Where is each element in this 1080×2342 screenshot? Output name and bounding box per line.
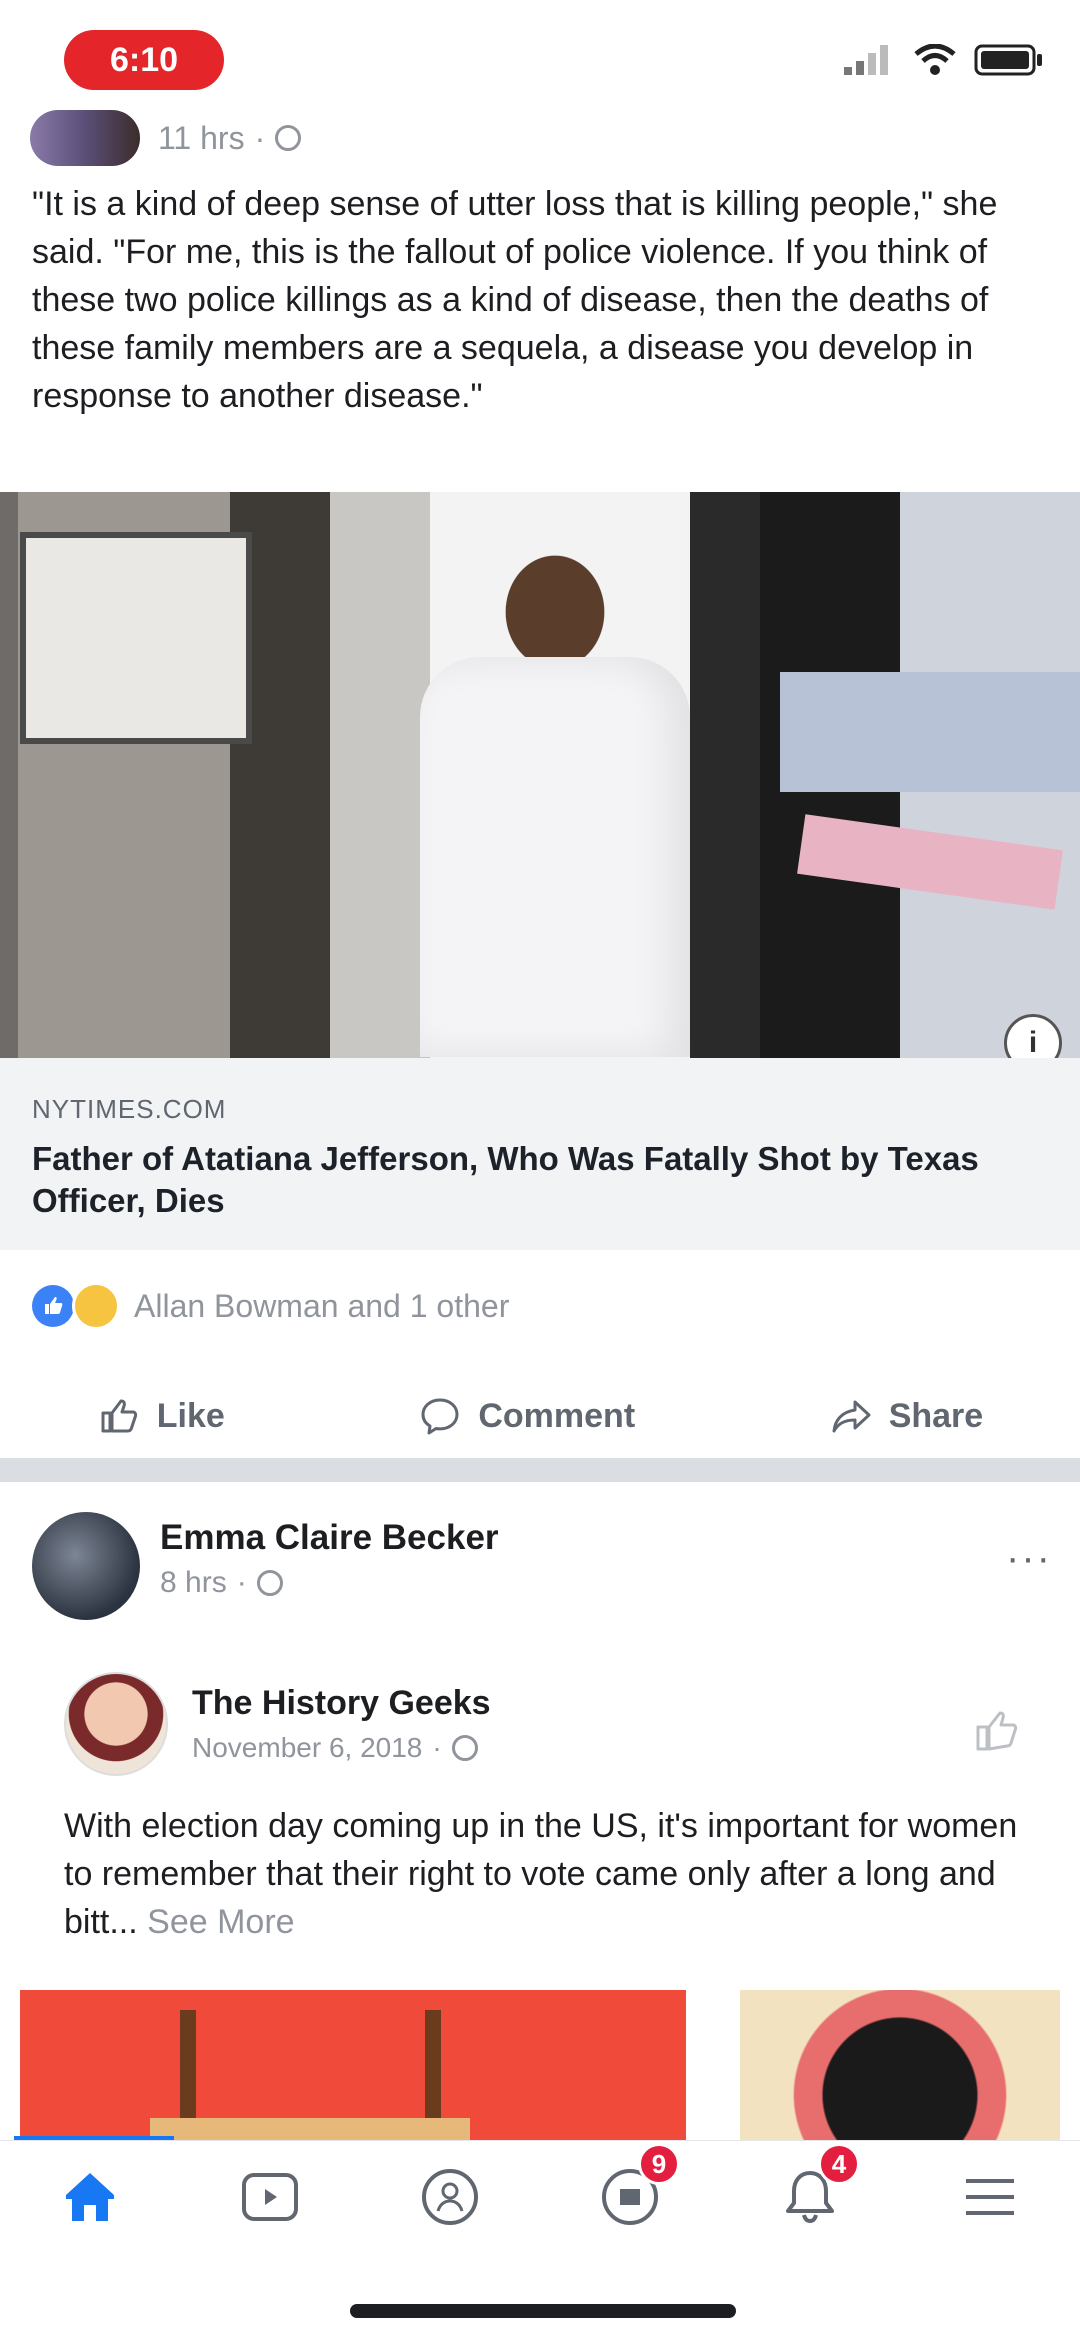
watch-icon bbox=[242, 2173, 298, 2221]
share-button[interactable]: Share bbox=[829, 1394, 984, 1438]
post-time[interactable]: 8 hrs bbox=[160, 1566, 227, 1600]
nav-notifications[interactable]: 4 bbox=[770, 2143, 860, 2237]
like-icon bbox=[101, 1399, 137, 1433]
share-label: Share bbox=[888, 1396, 984, 1435]
wifi-icon bbox=[914, 44, 956, 75]
status-bar: 6:10 bbox=[0, 0, 1080, 110]
avatar[interactable] bbox=[30, 110, 140, 166]
status-time: 6:10 bbox=[64, 30, 224, 90]
follow-page-icon[interactable] bbox=[968, 1702, 1024, 1758]
nav-home[interactable] bbox=[50, 2157, 130, 2237]
see-more-link[interactable]: See More bbox=[147, 1903, 294, 1941]
shared-page-name[interactable]: The History Geeks bbox=[192, 1684, 491, 1723]
comment-label: Comment bbox=[478, 1396, 636, 1435]
haha-reaction-icon bbox=[72, 1282, 120, 1330]
link-preview-image[interactable]: i bbox=[0, 492, 1080, 1072]
nav-marketplace[interactable]: 9 bbox=[590, 2143, 680, 2237]
status-icons bbox=[842, 44, 1044, 76]
post-images bbox=[0, 1990, 1080, 2140]
reactions-summary[interactable]: Allan Bowman and 1 other bbox=[32, 1282, 509, 1330]
reactions-text: Allan Bowman and 1 other bbox=[134, 1287, 510, 1324]
menu-icon bbox=[966, 2179, 1014, 2215]
like-label: Like bbox=[156, 1396, 225, 1435]
share-icon bbox=[832, 1400, 871, 1433]
signal-icon bbox=[844, 45, 888, 75]
like-reaction-icon bbox=[32, 1285, 74, 1327]
post-meta: 11 hrs · bbox=[158, 119, 302, 157]
globe-icon bbox=[256, 1570, 283, 1596]
comment-button[interactable]: Comment bbox=[418, 1394, 635, 1438]
globe-icon bbox=[451, 1735, 478, 1761]
marketplace-badge: 9 bbox=[638, 2143, 680, 2185]
feed-divider bbox=[0, 1458, 1080, 1482]
more-options-button[interactable]: ··· bbox=[1006, 1536, 1052, 1581]
shared-post-date: November 6, 2018 bbox=[192, 1732, 423, 1763]
bottom-nav: 9 4 bbox=[0, 2140, 1080, 2253]
shared-page-avatar[interactable] bbox=[64, 1672, 168, 1776]
home-icon bbox=[66, 2173, 114, 2221]
nav-menu[interactable] bbox=[950, 2157, 1030, 2237]
avatar[interactable] bbox=[32, 1512, 140, 1620]
post1-header: 11 hrs · bbox=[30, 108, 302, 168]
post-text: "It is a kind of deep sense of utter los… bbox=[32, 185, 998, 415]
link-preview[interactable]: NYTIMES.COM Father of Atatiana Jefferson… bbox=[0, 1058, 1080, 1250]
post2-header: Emma Claire Becker 8 hrs · ··· bbox=[32, 1512, 1052, 1622]
post-actions: Like Comment Share bbox=[0, 1376, 1080, 1456]
home-indicator[interactable] bbox=[350, 2304, 736, 2318]
globe-icon bbox=[275, 125, 302, 151]
link-title: Father of Atatiana Jefferson, Who Was Fa… bbox=[32, 1140, 979, 1219]
battery-icon bbox=[974, 44, 1042, 76]
post-meta: 8 hrs · bbox=[160, 1566, 283, 1600]
post-time: 11 hrs bbox=[158, 119, 245, 156]
nav-groups[interactable] bbox=[410, 2157, 490, 2237]
groups-icon bbox=[422, 2169, 478, 2225]
notifications-badge: 4 bbox=[818, 2143, 860, 2185]
like-button[interactable]: Like bbox=[97, 1394, 225, 1438]
link-domain: NYTIMES.COM bbox=[32, 1094, 227, 1124]
comment-icon bbox=[421, 1398, 459, 1435]
post-author[interactable]: Emma Claire Becker bbox=[160, 1518, 499, 1558]
nav-watch[interactable] bbox=[230, 2157, 310, 2237]
shared-post-text: With election day coming up in the US, i… bbox=[64, 1802, 1044, 1946]
post-image[interactable] bbox=[740, 1990, 1060, 2140]
post-image[interactable] bbox=[20, 1990, 686, 2140]
shared-post-meta: November 6, 2018 · bbox=[192, 1732, 478, 1764]
